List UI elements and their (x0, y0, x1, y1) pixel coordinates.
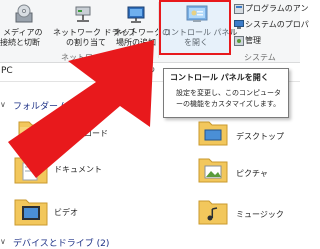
red-arrow-annotation (8, 40, 154, 178)
tooltip-body: 設定を変更し、このコンピューターの機能をカスタマイズします。 (176, 89, 281, 108)
highlight-box (159, 0, 231, 55)
tooltip-title: コントロール パネルを開く (170, 73, 269, 82)
tooltip: コントロール パネルを開く 設定を変更し、このコンピューターの機能をカスタマイズ… (163, 68, 289, 118)
